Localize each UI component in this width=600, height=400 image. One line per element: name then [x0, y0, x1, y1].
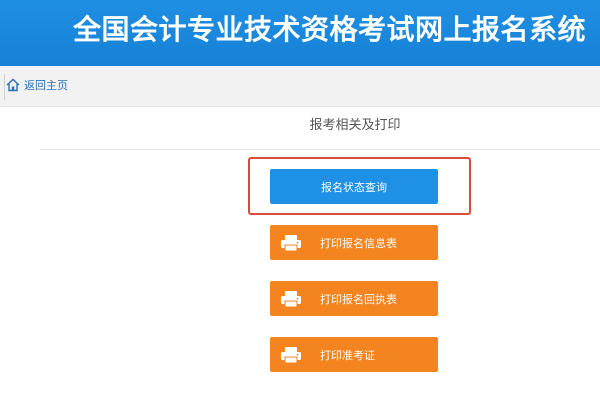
print-receipt-button[interactable]: 打印报名回执表: [270, 281, 438, 316]
print-admission-button[interactable]: 打印准考证: [270, 337, 438, 372]
print-admission-label: 打印准考证: [320, 348, 375, 362]
print-info-button[interactable]: 打印报名信息表: [270, 225, 438, 260]
status-query-button[interactable]: 报名状态查询: [270, 169, 438, 204]
app-header: 全国会计专业技术资格考试网上报名系统: [0, 0, 600, 66]
printer-icon: [281, 290, 301, 307]
nav-divider: [4, 74, 5, 100]
print-info-label: 打印报名信息表: [320, 236, 397, 250]
section-divider: [40, 149, 600, 150]
app-title: 全国会计专业技术资格考试网上报名系统: [72, 13, 586, 46]
home-link-label: 返回主页: [24, 79, 68, 92]
print-receipt-label: 打印报名回执表: [320, 292, 397, 306]
home-icon: [6, 78, 20, 92]
home-link[interactable]: 返回主页: [6, 74, 68, 96]
printer-icon: [281, 234, 301, 251]
section-title: 报考相关及打印: [309, 118, 401, 133]
printer-icon: [281, 346, 301, 363]
nav-bar: 返回主页: [0, 66, 600, 107]
status-query-label: 报名状态查询: [321, 180, 387, 194]
